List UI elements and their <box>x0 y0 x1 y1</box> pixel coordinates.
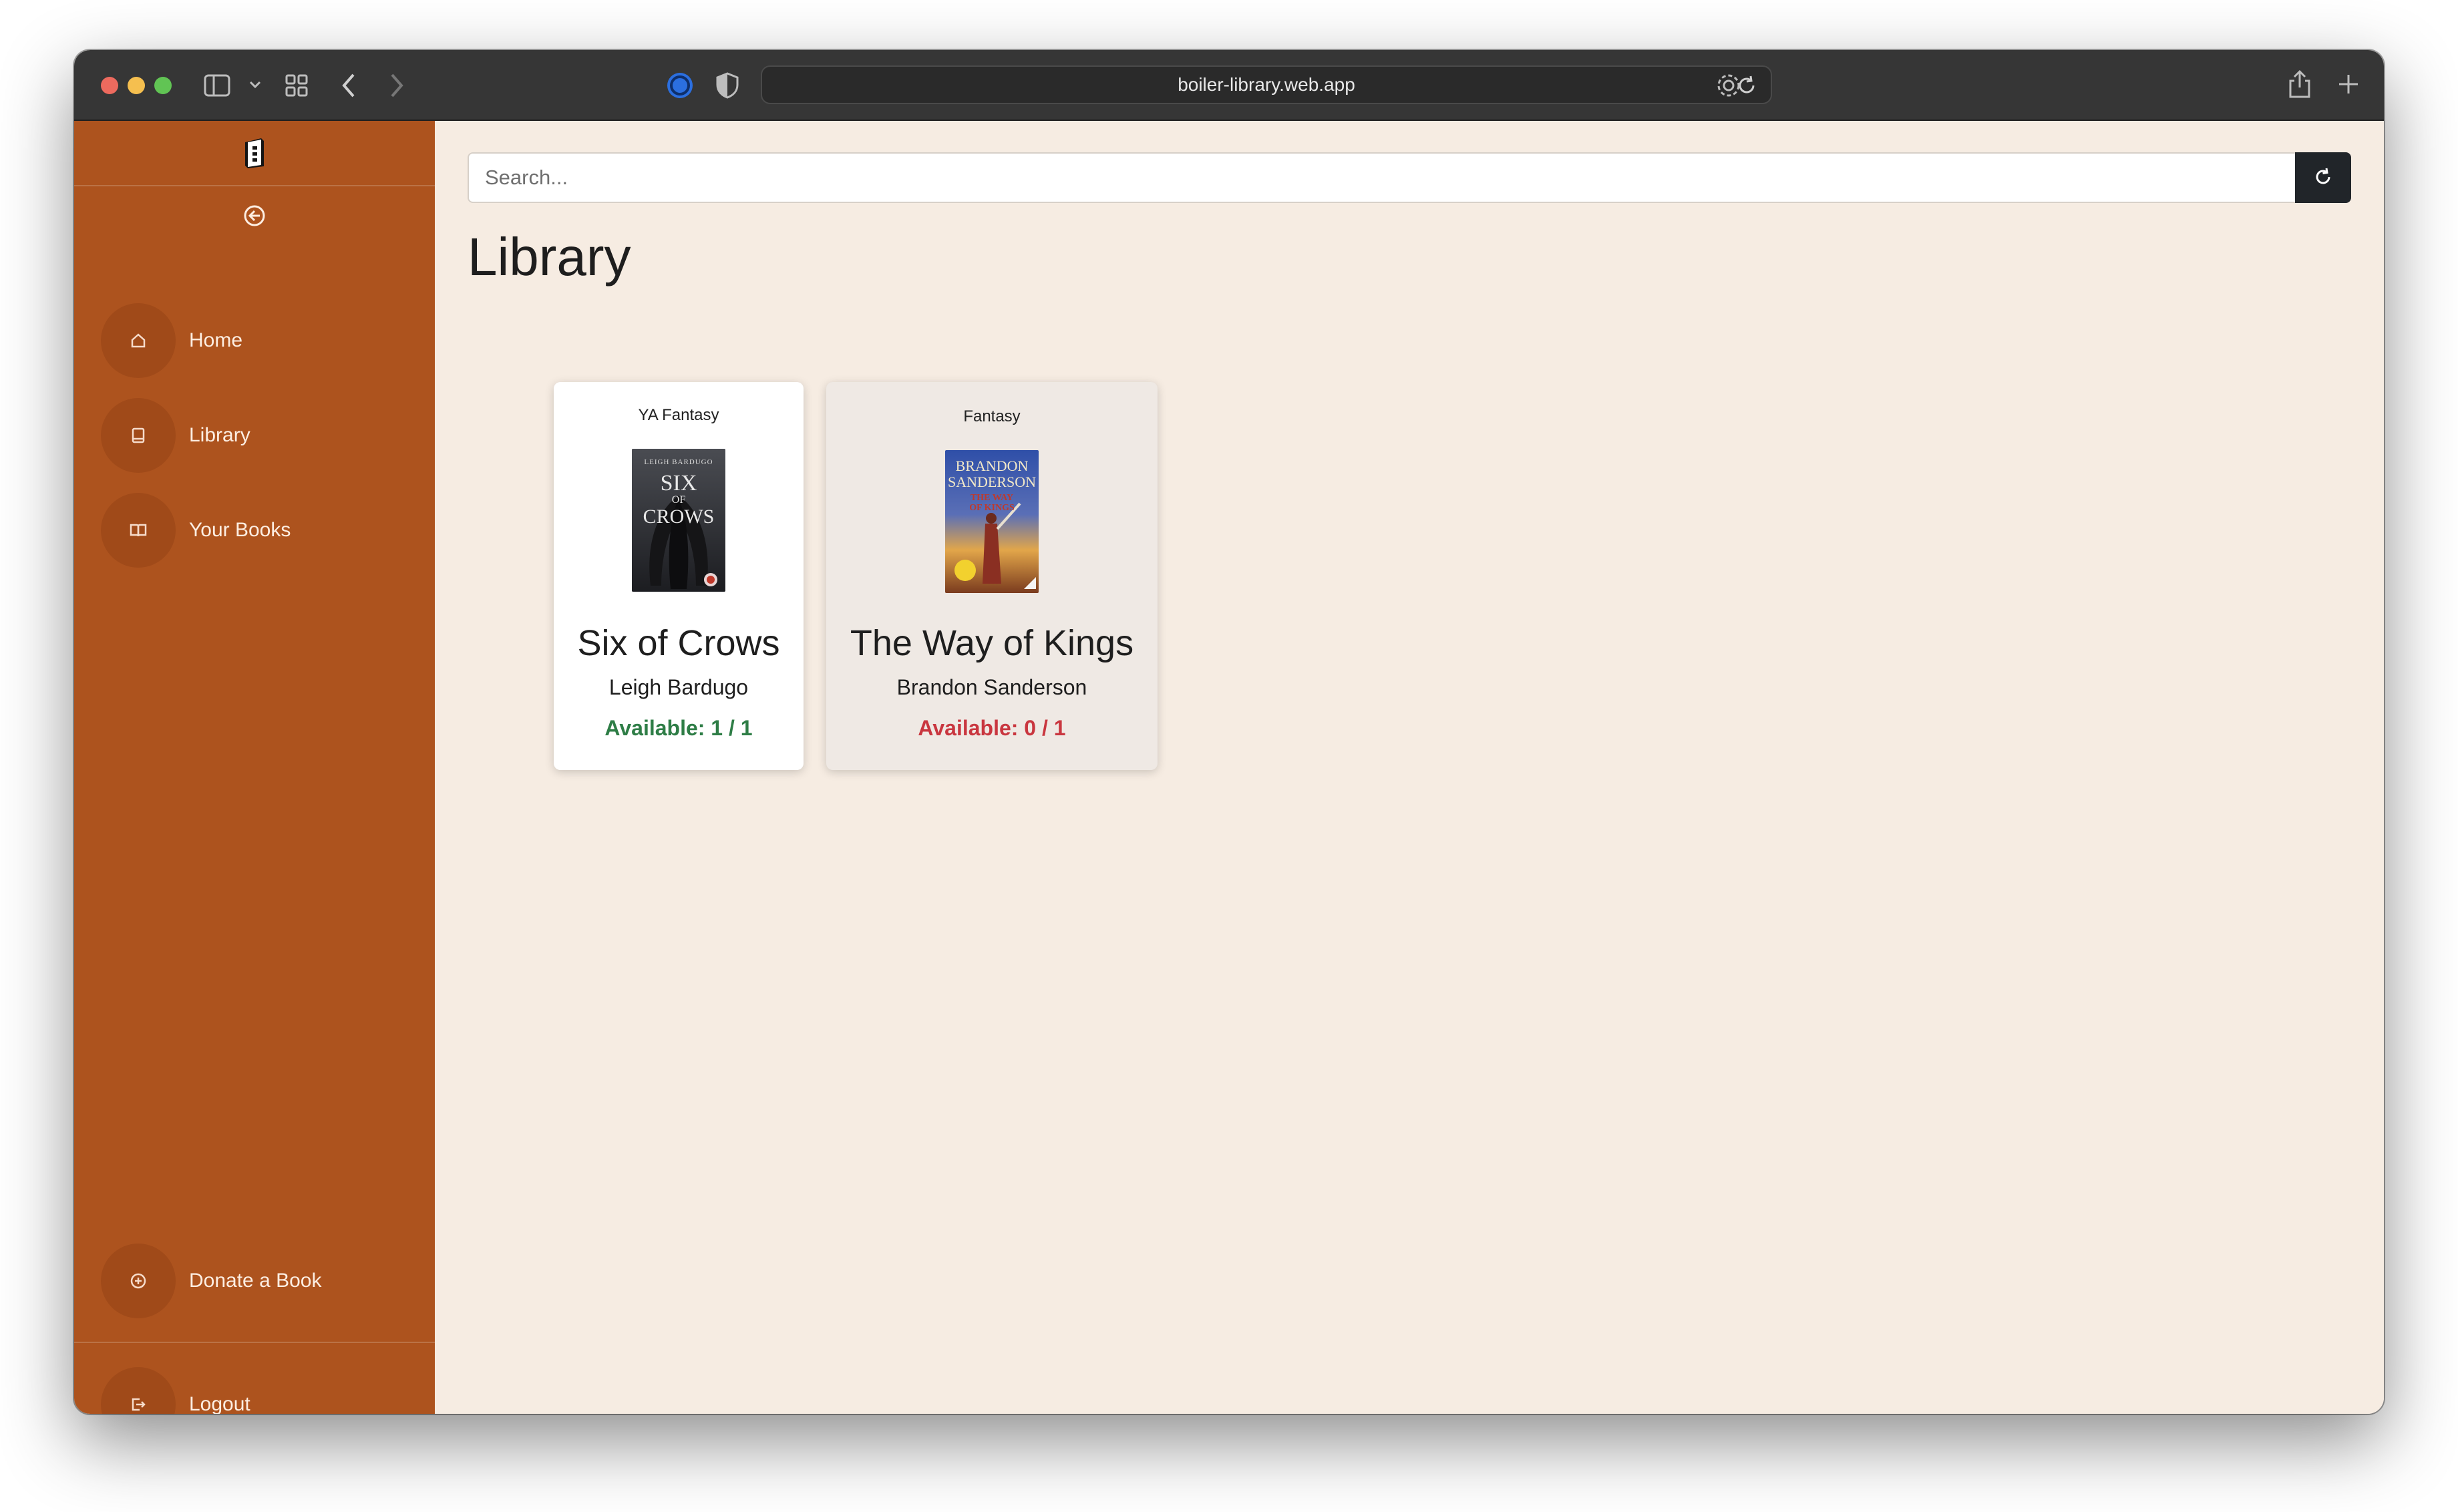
book-cover-image: LEIGH BARDUGO SIX OF CROWS <box>632 449 725 592</box>
book-cover-image: BRANDON SANDERSON THE WAY OF KINGS <box>945 450 1039 593</box>
donate-label: Donate a Book <box>189 1270 322 1292</box>
book-author: Leigh Bardugo <box>608 675 749 699</box>
book-icon <box>101 398 176 473</box>
cover-title-line: OF <box>671 494 686 506</box>
plus-circle-icon <box>101 1244 176 1318</box>
logout-button[interactable]: Logout <box>101 1367 421 1414</box>
refresh-icon <box>2313 167 2333 189</box>
page-title: Library <box>468 227 631 287</box>
book-genre: YA Fantasy <box>638 406 719 424</box>
privacy-shield-icon[interactable] <box>715 71 739 100</box>
sidebar-divider <box>74 185 435 186</box>
browser-window: boiler-library.web.app Home Library Your… <box>74 50 2384 1414</box>
refresh-button[interactable] <box>2295 152 2351 203</box>
address-bar[interactable]: boiler-library.web.app <box>761 65 1772 104</box>
availability-status: Available: 1 / 1 <box>604 716 753 740</box>
sidebar-toggle-icon[interactable] <box>204 74 230 97</box>
availability-status: Available: 0 / 1 <box>918 716 1066 740</box>
minimize-window-button[interactable] <box>128 77 145 94</box>
cover-author-text: LEIGH BARDUGO <box>644 458 713 466</box>
extension-icon[interactable] <box>666 71 694 100</box>
new-tab-plus-icon[interactable] <box>2337 73 2360 96</box>
home-icon <box>101 303 176 378</box>
open-book-icon <box>101 493 176 568</box>
sidebar-divider <box>74 1342 435 1343</box>
app-logo-icon[interactable] <box>241 137 268 169</box>
cover-title-line: SIX <box>660 471 697 496</box>
back-icon[interactable] <box>341 73 356 98</box>
maximize-window-button[interactable] <box>154 77 172 94</box>
cover-title-line: THE WAY <box>970 493 1014 503</box>
close-window-button[interactable] <box>101 77 118 94</box>
share-icon[interactable] <box>2288 69 2312 100</box>
donate-book-button[interactable]: Donate a Book <box>101 1244 421 1318</box>
search-bar <box>468 152 2351 203</box>
collapse-sidebar-icon[interactable] <box>242 204 267 231</box>
main-content: Library YA Fantasy <box>435 121 2384 1414</box>
url-text: boiler-library.web.app <box>1178 74 1355 95</box>
tab-overview-icon[interactable] <box>285 74 308 97</box>
book-title: The Way of Kings <box>850 623 1134 663</box>
sidebar-item-library[interactable]: Library <box>101 398 421 473</box>
logout-label: Logout <box>189 1393 250 1414</box>
book-genre: Fantasy <box>963 407 1021 425</box>
book-card[interactable]: YA Fantasy LEIGH BARDUGO SIX OF CROWS Si… <box>554 382 804 770</box>
sidebar-item-label: Library <box>189 424 250 446</box>
cover-title-line: CROWS <box>643 506 715 528</box>
sidebar-item-home[interactable]: Home <box>101 303 421 378</box>
book-card[interactable]: Fantasy BRANDON SANDERSON THE WAY OF KIN… <box>826 382 1158 770</box>
search-input[interactable] <box>468 152 2295 203</box>
sidebar-item-label: Your Books <box>189 519 291 541</box>
sidebar-item-your-books[interactable]: Your Books <box>101 493 421 568</box>
book-title: Six of Crows <box>577 623 780 663</box>
settings-gear-icon[interactable] <box>1715 71 1743 100</box>
forward-icon[interactable] <box>389 73 404 98</box>
browser-toolbar: boiler-library.web.app <box>74 50 2384 121</box>
sidebar: Home Library Your Books Donate a Book Lo… <box>74 121 435 1414</box>
book-author: Brandon Sanderson <box>896 675 1087 699</box>
cover-title-line: OF KINGS <box>969 503 1015 513</box>
chevron-down-icon[interactable] <box>249 81 261 89</box>
sidebar-item-label: Home <box>189 329 243 351</box>
logout-icon <box>101 1367 176 1414</box>
cover-author-text: BRANDON SANDERSON <box>948 457 1037 490</box>
